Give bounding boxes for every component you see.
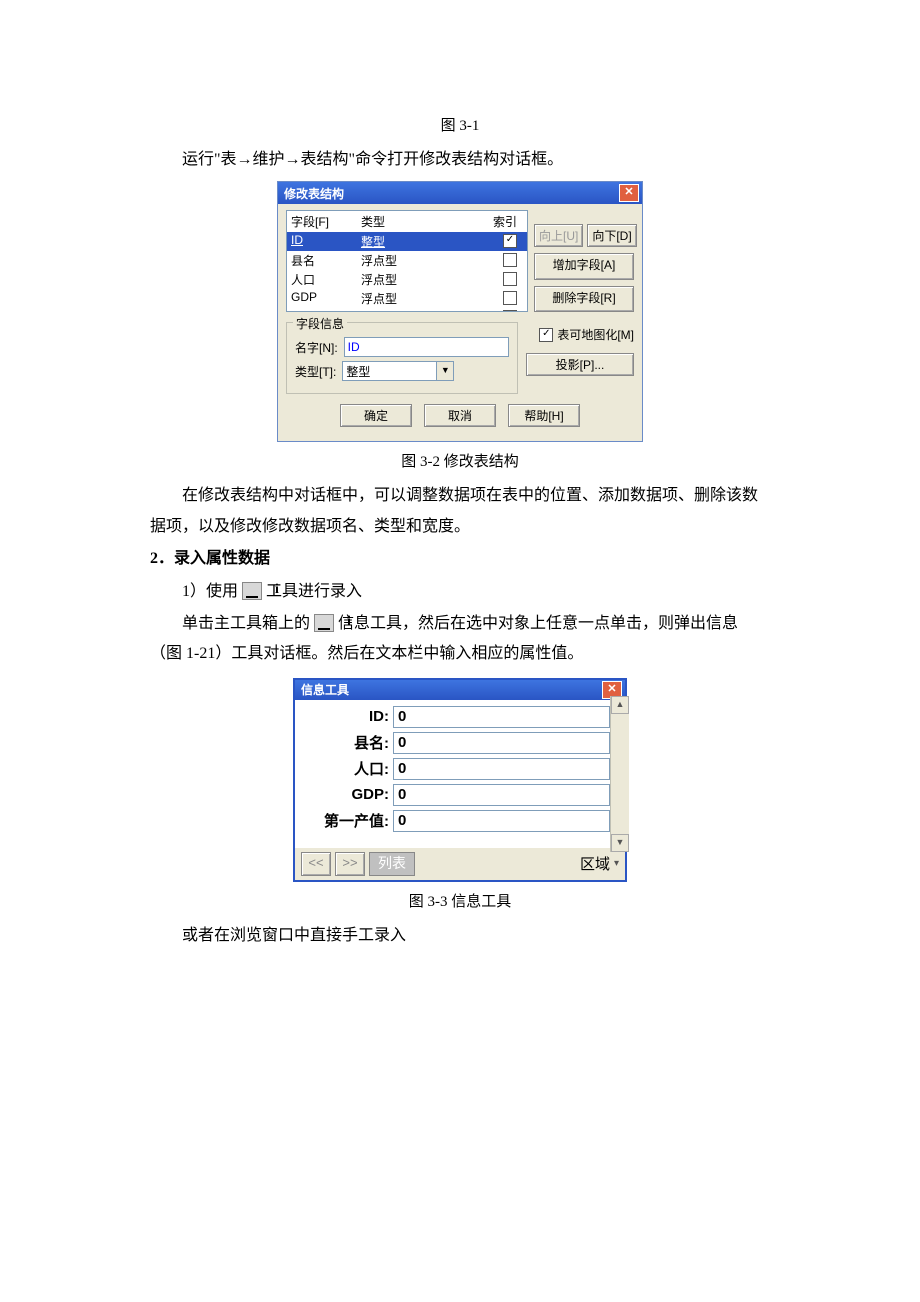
figure-3-3-caption: 图 3-3 信息工具	[150, 890, 770, 911]
field-name-input[interactable]	[344, 337, 509, 357]
paragraph-manual-input: 或者在浏览窗口中直接手工录入	[150, 921, 770, 951]
next-button[interactable]: >>	[335, 852, 365, 876]
field-label: 县名:	[295, 732, 393, 753]
scrollbar[interactable]: ▲ ▼	[610, 696, 629, 852]
ok-button[interactable]: 确定	[340, 404, 412, 427]
info-row: ID:	[295, 704, 610, 730]
add-field-button[interactable]: 增加字段[A]	[534, 253, 634, 280]
field-label: 人口:	[295, 758, 393, 779]
info-row: 第一产值:	[295, 808, 610, 834]
figure-3-1-caption: 图 3-1	[150, 114, 770, 135]
field-type-combo[interactable]: 整型 ▼	[342, 361, 454, 381]
info-tool-icon: i	[314, 614, 334, 632]
population-input[interactable]	[393, 758, 610, 780]
paragraph-run-command: 运行"表→维护→表结构"命令打开修改表结构对话框。	[150, 145, 770, 175]
region-label: 区域	[580, 853, 610, 874]
paragraph-use-tool: 1）使用 i 工具进行录入	[150, 577, 770, 607]
info-row: 县名:	[295, 730, 610, 756]
figure-3-2-caption: 图 3-2 修改表结构	[150, 450, 770, 471]
county-name-input[interactable]	[393, 732, 610, 754]
modify-table-structure-dialog: 修改表结构 ✕ 字段[F] 类型 索引 ID 整型 县名	[277, 181, 643, 442]
dialog1-titlebar[interactable]: 修改表结构 ✕	[278, 182, 642, 204]
list-row[interactable]: ID 整型	[287, 232, 527, 251]
index-checkbox[interactable]	[503, 234, 517, 248]
close-icon[interactable]: ✕	[619, 184, 639, 202]
info-row: 人口:	[295, 756, 610, 782]
field-label: ID:	[295, 708, 393, 725]
header-field: 字段[F]	[291, 213, 361, 230]
list-row[interactable]: 县名 浮点型	[287, 251, 527, 270]
field-info-group: 字段信息 名字[N]: 类型[T]: 整型 ▼	[286, 322, 518, 394]
chevron-down-icon[interactable]: ▼	[436, 362, 453, 380]
name-label: 名字[N]:	[295, 339, 338, 356]
info-tool-dialog: 信息工具 ✕ ID: 县名: 人口: GDP:	[293, 678, 627, 882]
id-input[interactable]	[393, 706, 610, 728]
dialog2-title: 信息工具	[301, 681, 349, 698]
header-type: 类型	[361, 213, 431, 230]
info-tool-icon: i	[242, 582, 262, 600]
cancel-button[interactable]: 取消	[424, 404, 496, 427]
heading-input-attribute-data: 2．录入属性数据	[150, 544, 770, 574]
list-row[interactable]: GDP 浮点型	[287, 289, 527, 308]
projection-button[interactable]: 投影[P]...	[526, 353, 634, 376]
info-row: GDP:	[295, 782, 610, 808]
mappable-label: 表可地图化[M]	[557, 326, 634, 343]
move-up-button[interactable]: 向上[U]	[534, 224, 583, 247]
dialog2-titlebar[interactable]: 信息工具 ✕	[295, 680, 625, 700]
scroll-down-icon[interactable]: ▼	[611, 834, 629, 852]
dialog1-title: 修改表结构	[284, 185, 344, 202]
move-down-button[interactable]: 向下[D]	[587, 224, 636, 247]
index-checkbox[interactable]	[503, 310, 517, 312]
group-title: 字段信息	[293, 315, 347, 332]
list-row[interactable]: 第一产值 浮点型	[287, 308, 527, 312]
chevron-down-icon[interactable]: ▾	[614, 858, 619, 869]
list-button[interactable]: 列表	[369, 852, 415, 876]
index-checkbox[interactable]	[503, 291, 517, 305]
listbox-header: 字段[F] 类型 索引	[287, 211, 527, 232]
field-label: GDP:	[295, 786, 393, 803]
delete-field-button[interactable]: 删除字段[R]	[534, 286, 634, 313]
paragraph-click-tool: 单击主工具箱上的 i 信息工具，然后在选中对象上任意一点单击，则弹出信息（图 1…	[150, 609, 770, 670]
index-checkbox[interactable]	[503, 272, 517, 286]
mappable-checkbox[interactable]	[539, 328, 553, 342]
index-checkbox[interactable]	[503, 253, 517, 267]
list-row[interactable]: 人口 浮点型	[287, 270, 527, 289]
help-button[interactable]: 帮助[H]	[508, 404, 580, 427]
header-index: 索引	[431, 213, 523, 230]
field-label: 第一产值:	[295, 810, 393, 831]
scroll-up-icon[interactable]: ▲	[611, 696, 629, 714]
field-listbox[interactable]: 字段[F] 类型 索引 ID 整型 县名 浮点型	[286, 210, 528, 312]
prev-button[interactable]: <<	[301, 852, 331, 876]
type-label: 类型[T]:	[295, 363, 336, 380]
first-industry-input[interactable]	[393, 810, 610, 832]
paragraph-dialog-desc: 在修改表结构中对话框中，可以调整数据项在表中的位置、添加数据项、删除该数据项，以…	[150, 481, 770, 542]
gdp-input[interactable]	[393, 784, 610, 806]
